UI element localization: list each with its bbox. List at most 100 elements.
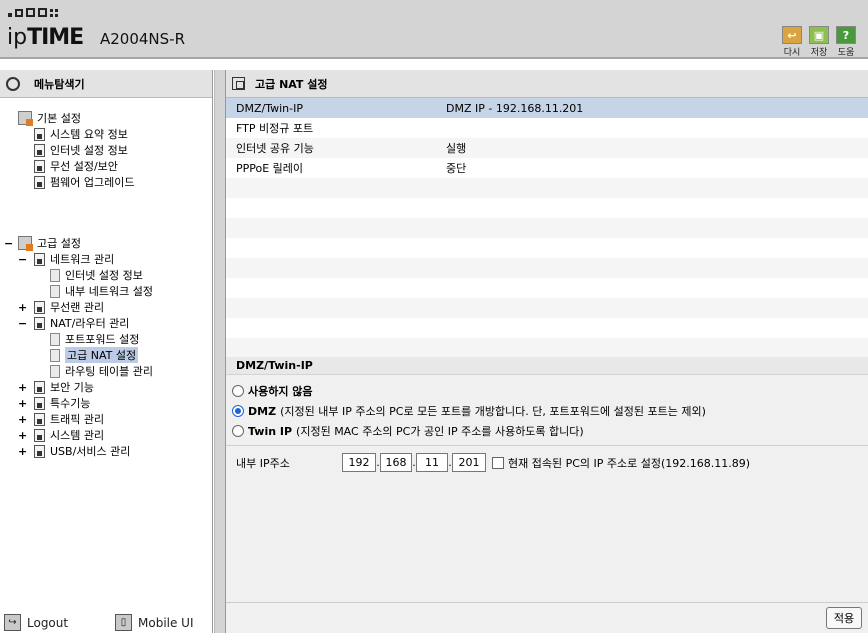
section-footer: 적용 <box>226 602 868 633</box>
option-twin-ip[interactable]: Twin IP (지정된 MAC 주소의 PC가 공인 IP 주소를 사용하도록… <box>232 423 584 439</box>
tree-usb-service[interactable]: + USB/서비스 관리 <box>18 443 130 459</box>
chart-icon <box>34 127 45 141</box>
tree-advanced-settings[interactable]: − 고급 설정 <box>4 235 81 251</box>
tree-traffic[interactable]: + 트래픽 관리 <box>18 411 104 427</box>
document-icon <box>50 364 60 378</box>
document-icon <box>50 348 60 362</box>
empty-row <box>226 338 868 358</box>
menu-explorer: 메뉴탐색기 기본 설정 시스템 요약 정보 인터넷 설정 정보 무선 설정/보안… <box>0 70 213 633</box>
traffic-icon <box>34 412 45 426</box>
collapse-toggle[interactable]: − <box>4 237 13 250</box>
main-header: 고급 NAT 설정 <box>226 70 868 98</box>
save-icon: ▣ <box>809 26 829 44</box>
list-item[interactable]: 인터넷 공유 기능 실행 <box>226 138 868 158</box>
radio-dmz[interactable] <box>232 405 244 417</box>
retry-button[interactable]: ↩ 다시 <box>780 26 804 58</box>
window-icon <box>232 77 245 90</box>
tree-wireless-management[interactable]: + 무선랜 관리 <box>18 299 104 315</box>
expand-toggle[interactable]: + <box>18 301 27 314</box>
sidebar-footer: ↪ Logout ▯ Mobile UI <box>0 612 213 633</box>
list-item[interactable]: PPPoE 릴레이 중단 <box>226 158 868 178</box>
empty-row <box>226 298 868 318</box>
internal-ip-row: 내부 IP주소 192 . 168 . 11 . 201 현재 접속된 PC의 … <box>236 453 750 472</box>
logout-link[interactable]: ↪ Logout <box>4 614 68 631</box>
tree-advanced-nat[interactable]: 고급 NAT 설정 <box>50 347 139 363</box>
section-title: DMZ/Twin-IP <box>226 357 868 375</box>
expand-toggle[interactable]: + <box>18 381 27 394</box>
tree-security[interactable]: + 보안 기능 <box>18 379 94 395</box>
radio-disable[interactable] <box>232 385 244 397</box>
option-dmz[interactable]: DMZ (지정된 내부 IP 주소의 PC로 모든 포트를 개방합니다. 단, … <box>232 403 706 419</box>
header: ipTIME A2004NS-R ↩ 다시 ▣ 저장 ? 도움 <box>0 0 868 59</box>
tree-nat-router[interactable]: − NAT/라우터 관리 <box>18 315 129 331</box>
folder-icon <box>18 111 33 126</box>
model-name: A2004NS-R <box>100 30 186 48</box>
wireless-icon <box>34 159 45 173</box>
main-panel: 고급 NAT 설정 DMZ/Twin-IP DMZ IP - 192.168.1… <box>226 70 868 633</box>
collapse-toggle[interactable]: − <box>18 253 27 266</box>
ip-octet-4-input[interactable]: 201 <box>452 453 486 472</box>
usb-icon <box>34 444 45 458</box>
ip-octet-1-input[interactable]: 192 <box>342 453 376 472</box>
tree-internet-settings-info[interactable]: 인터넷 설정 정보 <box>50 267 143 283</box>
collapse-toggle[interactable]: − <box>18 317 27 330</box>
upgrade-icon <box>34 175 45 189</box>
ip-octet-2-input[interactable]: 168 <box>380 453 412 472</box>
list-item[interactable]: DMZ/Twin-IP DMZ IP - 192.168.11.201 <box>226 98 868 118</box>
mobile-icon: ▯ <box>115 614 132 631</box>
expand-toggle[interactable]: + <box>18 429 27 442</box>
divider <box>226 445 868 446</box>
tree-internet-info[interactable]: 인터넷 설정 정보 <box>34 142 128 158</box>
folder-icon <box>18 236 33 251</box>
expand-toggle[interactable]: + <box>18 413 27 426</box>
empty-row <box>226 238 868 258</box>
lock-icon <box>34 380 45 394</box>
nat-settings-list: DMZ/Twin-IP DMZ IP - 192.168.11.201 FTP … <box>226 98 868 358</box>
help-button[interactable]: ? 도움 <box>834 26 858 58</box>
monitor-icon <box>34 143 45 157</box>
dmz-section: DMZ/Twin-IP 사용하지 않음 DMZ (지정된 내부 IP 주소의 P… <box>226 357 868 633</box>
apply-button[interactable]: 적용 <box>826 607 862 629</box>
tree-special[interactable]: + 특수기능 <box>18 395 90 411</box>
logout-icon: ↪ <box>4 614 21 631</box>
ip-octet-3-input[interactable]: 11 <box>416 453 448 472</box>
panel-splitter[interactable] <box>214 70 226 633</box>
special-icon <box>34 396 45 410</box>
list-item[interactable]: FTP 비정규 포트 <box>226 118 868 138</box>
network-icon <box>34 252 45 266</box>
logo-dots-icon <box>8 8 58 17</box>
help-icon: ? <box>836 26 856 44</box>
tree-basic-settings[interactable]: 기본 설정 <box>18 110 81 126</box>
menu-explorer-header: 메뉴탐색기 <box>0 70 212 98</box>
tree-wireless-security[interactable]: 무선 설정/보안 <box>34 158 118 174</box>
tree-network-management[interactable]: − 네트워크 관리 <box>18 251 114 267</box>
tree-port-forward[interactable]: 포트포워드 설정 <box>50 331 139 347</box>
expand-toggle[interactable]: + <box>18 397 27 410</box>
document-icon <box>50 284 60 298</box>
empty-row <box>226 278 868 298</box>
option-disable[interactable]: 사용하지 않음 <box>232 383 317 399</box>
document-icon <box>50 268 60 282</box>
save-button[interactable]: ▣ 저장 <box>807 26 831 58</box>
tree-firmware-upgrade[interactable]: 펌웨어 업그레이드 <box>34 174 134 190</box>
search-icon <box>6 76 20 91</box>
radio-twin-ip[interactable] <box>232 425 244 437</box>
tree-routing-table[interactable]: 라우팅 테이블 관리 <box>50 363 153 379</box>
mobile-ui-link[interactable]: ▯ Mobile UI <box>115 614 194 631</box>
wireless-icon <box>34 300 45 314</box>
document-icon <box>50 332 60 346</box>
use-current-ip-checkbox[interactable] <box>492 456 504 469</box>
empty-row <box>226 318 868 338</box>
empty-row <box>226 178 868 198</box>
tree-internal-network[interactable]: 내부 네트워크 설정 <box>50 283 153 299</box>
expand-toggle[interactable]: + <box>18 445 27 458</box>
chart-icon <box>34 428 45 442</box>
empty-row <box>226 198 868 218</box>
empty-row <box>226 258 868 278</box>
tree-system-summary[interactable]: 시스템 요약 정보 <box>34 126 128 142</box>
brand-logo: ipTIME <box>7 25 84 50</box>
tree-system[interactable]: + 시스템 관리 <box>18 427 104 443</box>
router-icon <box>34 316 45 330</box>
retry-icon: ↩ <box>782 26 802 44</box>
empty-row <box>226 218 868 238</box>
